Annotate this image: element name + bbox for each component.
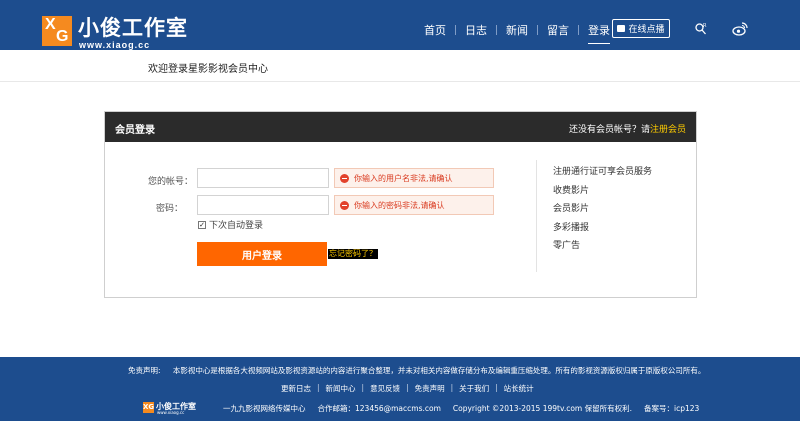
logo-mark-icon: XG bbox=[42, 16, 72, 46]
remember-label: 下次自动登录 bbox=[209, 221, 264, 231]
footer-link-changelog[interactable]: 更新日志 bbox=[281, 383, 311, 394]
nav-item-blog[interactable]: 日志 bbox=[456, 22, 496, 38]
main-nav: 首页 日志 新闻 留言 登录 bbox=[415, 22, 619, 44]
footer-company: 一九九影视网络传媒中心 bbox=[223, 403, 306, 413]
disclaimer-text: 本影视中心是根据各大视频网站及影视资源站的内容进行聚合整理，并未对相关内容做存储… bbox=[172, 366, 706, 375]
remember-checkbox[interactable]: ✓ bbox=[198, 220, 206, 229]
benefit-item: 收费影片 bbox=[553, 185, 590, 196]
account-input[interactable] bbox=[197, 168, 329, 188]
account-error: 你输入的用户名非法,请确认 bbox=[334, 168, 494, 188]
search-icon[interactable]: R bbox=[694, 22, 708, 36]
welcome-text: 欢迎登录星影影视会员中心 bbox=[148, 64, 268, 75]
panel-header: 会员登录 还没有会员帐号？请注册会员 bbox=[105, 112, 696, 142]
footer-logo-url: www.xiaog.cc bbox=[157, 410, 185, 415]
benefit-item: 零广告 bbox=[553, 241, 581, 251]
no-account-text: 还没有会员帐号？请 bbox=[568, 125, 650, 135]
logo-title: 小俊工作室 bbox=[78, 16, 188, 40]
footer-link-disclaimer[interactable]: 免责声明 bbox=[415, 383, 445, 394]
password-error: 你输入的密码非法,请确认 bbox=[334, 195, 494, 215]
logo-url: www.xiaog.cc bbox=[79, 40, 151, 50]
footer-copyright: Copyright ©2013-2015 199tv.com 保留所有权利. bbox=[452, 403, 632, 413]
login-button[interactable]: 用户登录 bbox=[197, 242, 327, 266]
svg-text:R: R bbox=[703, 23, 707, 29]
error-icon bbox=[340, 200, 349, 210]
disclaimer-label: 免责声明: bbox=[128, 366, 161, 375]
footer-link-about[interactable]: 关于我们 bbox=[459, 383, 489, 394]
divider bbox=[0, 81, 800, 82]
nav-item-home[interactable]: 首页 bbox=[415, 22, 455, 38]
footer-links: 更新日志 | 新闻中心 | 意见反馈 | 免责声明 | 关于我们 | 站长统计 bbox=[281, 383, 534, 394]
benefits-list: 注册通行证可享会员服务 收费影片 会员影片 多彩播报 零广告 bbox=[553, 164, 652, 257]
login-panel: 会员登录 还没有会员帐号？请注册会员 您的帐号： 你输入的用户名非法,请确认 密… bbox=[104, 111, 697, 298]
footer-email: 合作邮箱：123456@maccms.com bbox=[317, 403, 441, 413]
footer-icp: 备案号：icp123 bbox=[643, 403, 700, 413]
site-footer: 免责声明: 本影视中心是根据各大视频网站及影视资源站的内容进行聚合整理，并未对相… bbox=[0, 357, 800, 421]
benefit-item: 会员影片 bbox=[553, 204, 590, 214]
register-link[interactable]: 注册会员 bbox=[650, 125, 686, 135]
disclaimer: 免责声明: 本影视中心是根据各大视频网站及影视资源站的内容进行聚合整理，并未对相… bbox=[128, 365, 705, 376]
footer-link-stats[interactable]: 站长统计 bbox=[504, 383, 534, 394]
forgot-password-link[interactable]: 忘记密码了？ bbox=[328, 249, 378, 259]
benefit-item: 多彩播报 bbox=[553, 222, 590, 233]
error-icon bbox=[340, 173, 349, 183]
live-stream-label: 在线点播 bbox=[628, 25, 665, 35]
footer-link-feedback[interactable]: 意见反馈 bbox=[370, 383, 400, 394]
remember-me[interactable]: ✓ 下次自动登录 bbox=[198, 218, 263, 231]
benefit-item: 注册通行证可享会员服务 bbox=[553, 167, 653, 177]
register-prompt: 还没有会员帐号？请注册会员 bbox=[569, 122, 686, 135]
top-header: XG 小俊工作室 www.xiaog.cc 首页 日志 新闻 留言 登录 在线点… bbox=[0, 0, 800, 50]
footer-logo: XG 小俊工作室 www.xiaog.cc bbox=[143, 401, 197, 415]
password-label: 密码： bbox=[155, 204, 183, 214]
nav-item-guestbook[interactable]: 留言 bbox=[538, 22, 578, 38]
footer-info: XG 小俊工作室 www.xiaog.cc 一九九影视网络传媒中心 合作邮箱：1… bbox=[143, 401, 699, 415]
password-error-text: 你输入的密码非法,请确认 bbox=[354, 200, 445, 210]
footer-link-news[interactable]: 新闻中心 bbox=[326, 383, 356, 394]
nav-item-news[interactable]: 新闻 bbox=[497, 22, 537, 38]
footer-logo-mark-icon: XG bbox=[143, 402, 155, 413]
account-error-text: 你输入的用户名非法,请确认 bbox=[354, 173, 453, 183]
password-input[interactable] bbox=[197, 195, 329, 215]
tv-icon bbox=[617, 25, 626, 32]
account-label: 您的帐号： bbox=[147, 177, 193, 187]
side-divider bbox=[536, 160, 537, 272]
live-stream-button[interactable]: 在线点播 bbox=[612, 19, 670, 38]
weibo-icon[interactable] bbox=[732, 21, 748, 37]
panel-title: 会员登录 bbox=[115, 125, 155, 136]
